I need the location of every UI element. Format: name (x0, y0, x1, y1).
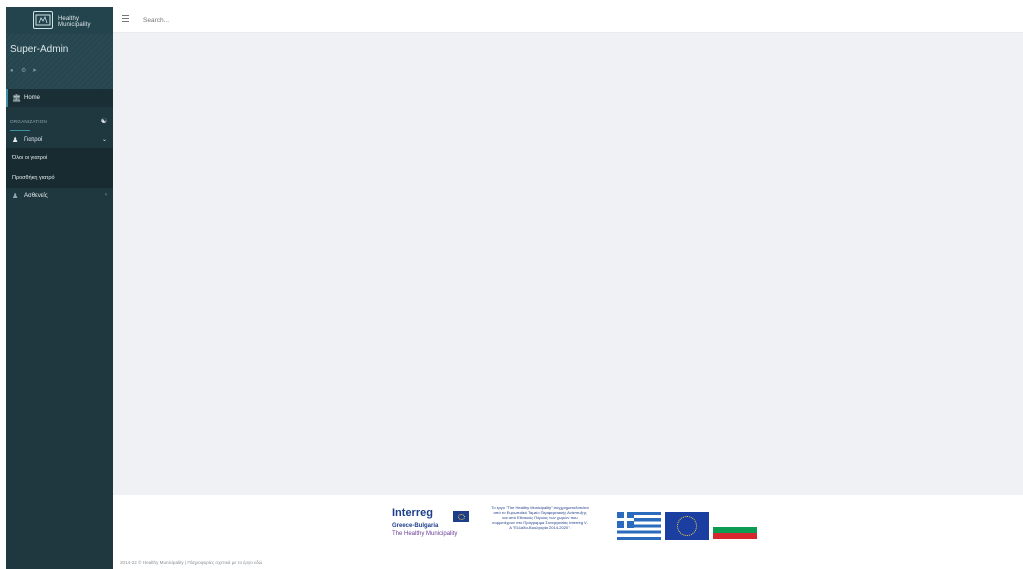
search-input[interactable] (143, 13, 343, 27)
submenu-item-add-doctor[interactable]: Προσθήκη γιατρό (12, 175, 55, 181)
sidebar-item-patients[interactable]: ♟ Ασθενείς ‹ (6, 188, 113, 204)
sidebar-item-label: Home (24, 95, 41, 101)
top-strip (0, 0, 1023, 7)
top-header (113, 7, 1023, 33)
sitemap-icon: ☯ (100, 118, 107, 125)
active-indicator (6, 89, 8, 107)
sidebar-item-home[interactable]: 🏛 Home (6, 89, 113, 107)
sidebar: Healthy Municipality Super-Admin ● ⚙ ➤ 🏛… (6, 7, 113, 569)
eu-flag-mini-icon (453, 511, 469, 522)
interreg-project-name: The Healthy Municipality (392, 531, 458, 537)
user-icon[interactable]: ● (10, 68, 16, 74)
interreg-title: Interreg (392, 507, 433, 519)
profile-actions: ● ⚙ ➤ (10, 68, 38, 74)
menu-toggle-icon[interactable] (122, 15, 129, 22)
user-icon: ♟ (12, 193, 19, 200)
greece-flag-icon (617, 512, 661, 540)
sidebar-section-organization: ORGANIZATION ☯ (6, 116, 113, 131)
healthy-municipality-logo-icon (33, 11, 53, 29)
eu-flag-icon (665, 512, 709, 540)
footer: Interreg Greece-Bulgaria The Healthy Mun… (113, 495, 1023, 569)
copyright-text: 2014-22 © Healthy Municipality | Πληροφο… (120, 560, 263, 565)
logout-icon[interactable]: ➤ (32, 68, 38, 74)
brand-name: Healthy Municipality (58, 16, 91, 28)
section-divider (10, 130, 30, 131)
chevron-left-icon: ‹ (105, 192, 107, 198)
sidebar-item-label: Ασθενείς (24, 193, 48, 199)
interreg-subtitle: Greece-Bulgaria (392, 523, 439, 529)
bulgaria-flag-icon (713, 521, 757, 539)
chevron-down-icon: ⌄ (101, 137, 107, 143)
submenu-item-all-doctors[interactable]: Όλοι οι γιατροί (12, 155, 47, 161)
project-funding-text: Το έργο "The Healthy Municipality" συγχρ… (491, 505, 589, 530)
gear-icon[interactable]: ⚙ (21, 68, 27, 74)
sidebar-item-label: Γιατροί (24, 137, 43, 143)
interreg-logo: Interreg Greece-Bulgaria The Healthy Mun… (392, 507, 482, 543)
main-content (113, 33, 1023, 495)
profile-name: Super-Admin (10, 44, 69, 55)
section-label: ORGANIZATION (10, 119, 48, 124)
doctors-submenu: Όλοι οι γιατροί Προσθήκη γιατρό (6, 148, 113, 188)
user-icon: ♟ (12, 137, 19, 144)
sidebar-item-doctors[interactable]: ♟ Γιατροί ⌄ (6, 132, 113, 148)
brand-bar[interactable]: Healthy Municipality (6, 7, 113, 34)
institution-icon: 🏛 (12, 95, 21, 102)
user-profile: Super-Admin ● ⚙ ➤ (6, 34, 113, 89)
